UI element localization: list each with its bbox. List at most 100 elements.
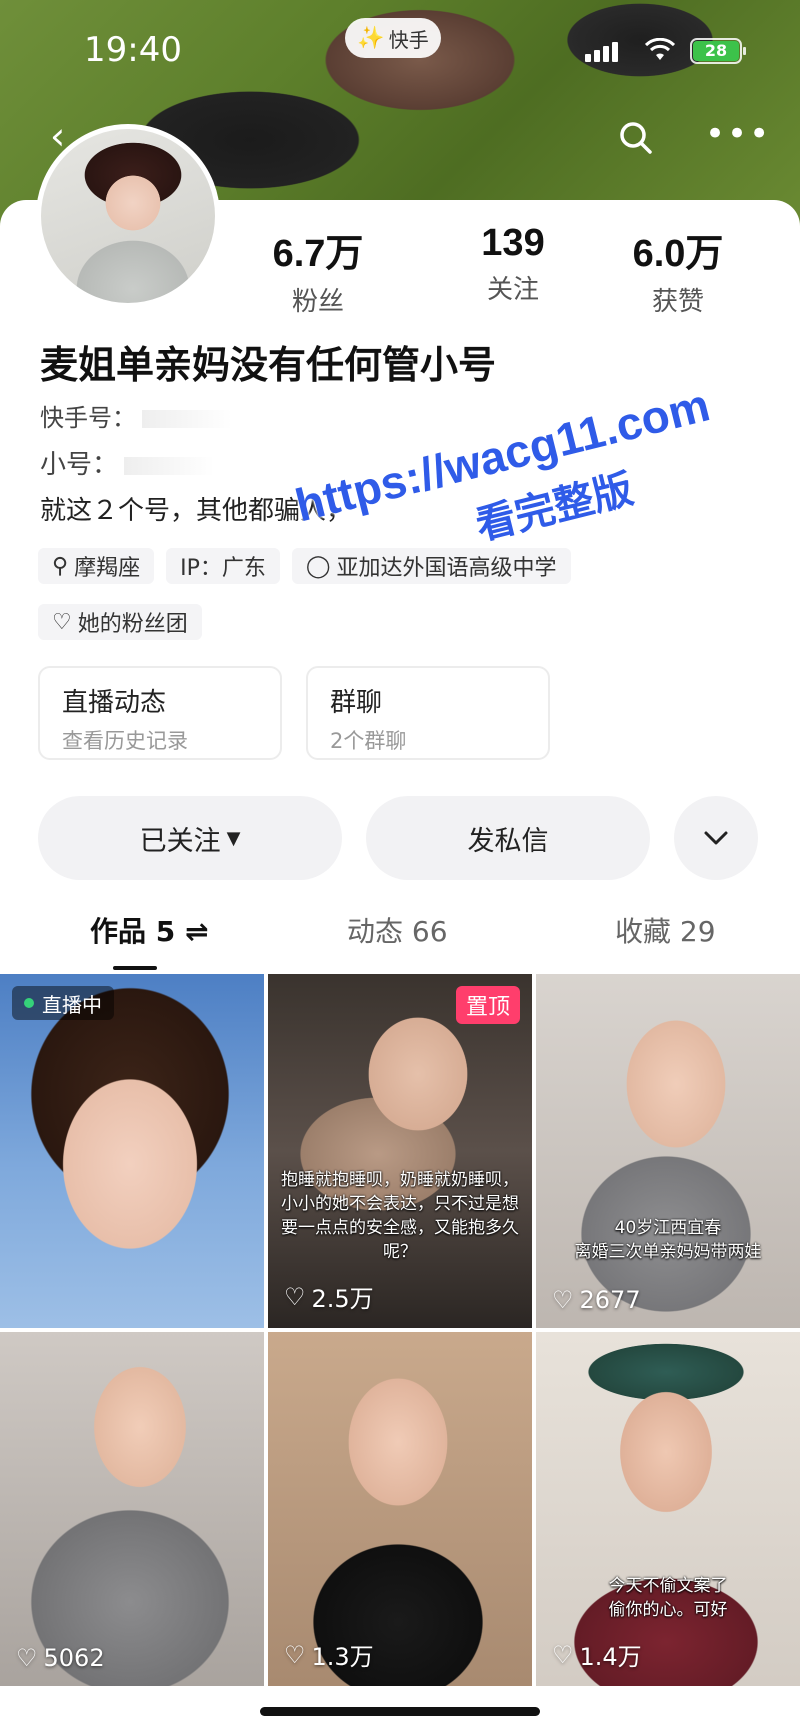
kuaishou-logo-icon: ✨ xyxy=(357,25,385,51)
heart-outline-icon: ♡ xyxy=(552,1286,574,1314)
stat-value: 6.0万 xyxy=(632,233,724,275)
heart-outline-icon: ♡ xyxy=(284,1640,306,1669)
live-badge: 直播中 xyxy=(12,986,114,1020)
tab-label: 作品 5 xyxy=(90,915,176,948)
video-thumbnail[interactable]: ♡ 1.3万 xyxy=(268,1332,532,1686)
stat-value: 6.7万 xyxy=(272,233,364,275)
graduation-cap-icon: ◯ xyxy=(305,553,331,579)
avatar[interactable] xyxy=(36,124,220,308)
following-label: 已关注 xyxy=(139,825,221,857)
fan-group-row: ♡ 她的粉丝团 xyxy=(38,604,202,640)
caret-down-icon: ▼ xyxy=(226,827,241,849)
signal-icon xyxy=(585,42,618,62)
redacted-mask xyxy=(124,456,215,475)
profile-name: 麦姐单亲妈没有任何管小号 xyxy=(40,343,497,387)
likes-value: 2.5万 xyxy=(311,1285,374,1313)
video-thumbnail[interactable]: 置顶 抱睡就抱睡呗，奶睡就奶睡呗，小小的她不会表达，只不过是想要一点点的安全感，… xyxy=(268,974,532,1328)
thumbnail-image xyxy=(536,974,800,1328)
entry-subtitle: 查看历史记录 xyxy=(62,729,188,753)
alt-account-label: 小号： xyxy=(40,450,119,480)
battery-icon: 28 xyxy=(690,38,746,64)
tag-school[interactable]: ◯ 亚加达外国语高级中学 xyxy=(291,548,571,584)
stat-label: 关注 xyxy=(486,275,539,305)
tab-underline xyxy=(113,966,157,970)
likes-count: ♡ 2677 xyxy=(552,1286,641,1314)
thumbnail-image xyxy=(0,1332,264,1686)
tab-moments[interactable]: 动态 66 xyxy=(347,910,448,950)
chevron-down-icon xyxy=(704,831,728,845)
thumbnail-image xyxy=(0,974,264,1328)
kuaishou-id[interactable]: 快手号： xyxy=(40,398,232,433)
live-history-entry[interactable]: 直播动态 查看历史记录 xyxy=(38,666,282,760)
video-caption: 今天不偷文案了 偷你的心。可好 xyxy=(608,1576,728,1620)
entry-title: 群聊 xyxy=(330,688,383,718)
search-icon[interactable] xyxy=(618,120,654,156)
profile-bio: 就这２个号，其他都骗人， xyxy=(40,496,353,526)
heart-outline-icon: ♡ xyxy=(16,1644,38,1672)
tag-label: 她的粉丝团 xyxy=(77,612,188,637)
wifi-icon xyxy=(645,38,675,60)
likes-value: 1.3万 xyxy=(311,1643,374,1671)
likes-value: 2677 xyxy=(579,1286,641,1314)
likes-value: 5062 xyxy=(43,1644,105,1672)
stat-likes[interactable]: 6.0万 获赞 xyxy=(598,222,758,318)
video-thumbnail[interactable]: 今天不偷文案了 偷你的心。可好 ♡ 1.4万 xyxy=(536,1332,800,1686)
app-badge[interactable]: ✨ 快手 xyxy=(345,18,441,58)
pinned-badge: 置顶 xyxy=(455,986,520,1024)
stat-fans[interactable]: 6.7万 粉丝 xyxy=(238,222,398,318)
likes-count: ♡ 2.5万 xyxy=(284,1279,374,1314)
heart-outline-icon: ♡ xyxy=(284,1282,306,1311)
stat-label: 粉丝 xyxy=(291,287,344,317)
live-label: 直播中 xyxy=(42,992,102,1017)
status-bar: 19:40 ✨ 快手 28 xyxy=(0,0,800,100)
more-icon[interactable]: ••• xyxy=(705,117,769,152)
likes-count: ♡ 5062 xyxy=(16,1644,105,1672)
entry-title: 直播动态 xyxy=(62,688,167,718)
video-caption: 40岁江西宜春 离婚三次单亲妈妈带两娃 xyxy=(574,1218,762,1262)
stat-label: 获赞 xyxy=(651,287,704,317)
home-indicator[interactable] xyxy=(260,1707,540,1716)
sort-toggle-icon[interactable]: ⇌ xyxy=(185,915,208,948)
tab-favorites[interactable]: 收藏 29 xyxy=(615,910,716,950)
status-time: 19:40 xyxy=(84,30,182,70)
tag-label: 摩羯座 xyxy=(74,556,141,581)
fan-group-tag[interactable]: ♡ 她的粉丝团 xyxy=(38,604,202,640)
tag-ip: IP：广东 xyxy=(166,548,280,584)
tag-label: 亚加达外国语高级中学 xyxy=(336,556,557,581)
tag-zodiac[interactable]: ⚲ 摩羯座 xyxy=(38,548,155,584)
stat-value: 139 xyxy=(481,222,545,264)
thumbnail-image xyxy=(268,974,532,1328)
heart-outline-icon: ♡ xyxy=(552,1640,574,1669)
tag-label: IP：广东 xyxy=(180,556,266,581)
video-grid: 直播中 置顶 抱睡就抱睡呗，奶睡就奶睡呗，小小的她不会表达，只不过是想要一点点的… xyxy=(0,974,800,1686)
profile-actions: 已关注 ▼ 发私信 xyxy=(38,796,758,880)
profile-entries: 直播动态 查看历史记录 群聊 2个群聊 xyxy=(38,666,550,760)
message-label: 发私信 xyxy=(467,825,549,857)
message-button[interactable]: 发私信 xyxy=(366,796,650,880)
content-tabs: 作品 5 ⇌ 动态 66 收藏 29 xyxy=(0,910,800,970)
live-dot-icon xyxy=(24,998,34,1008)
video-thumbnail[interactable]: 直播中 xyxy=(0,974,264,1328)
redacted-mask xyxy=(142,410,232,428)
alt-account: 小号： xyxy=(40,444,215,481)
thumbnail-image xyxy=(536,1332,800,1686)
likes-count: ♡ 1.3万 xyxy=(284,1637,374,1672)
video-thumbnail[interactable]: 40岁江西宜春 离婚三次单亲妈妈带两娃 ♡ 2677 xyxy=(536,974,800,1328)
profile-tags: ⚲ 摩羯座 IP：广东 ◯ 亚加达外国语高级中学 xyxy=(38,548,571,584)
entry-subtitle: 2个群聊 xyxy=(330,729,407,753)
zodiac-icon: ⚲ xyxy=(52,553,69,579)
thumbnail-image xyxy=(268,1332,532,1686)
app-name: 快手 xyxy=(388,27,429,52)
stat-following[interactable]: 139 关注 xyxy=(433,222,593,306)
likes-count: ♡ 1.4万 xyxy=(552,1637,642,1672)
kuaishou-id-label: 快手号： xyxy=(40,404,136,432)
battery-level: 28 xyxy=(693,41,739,61)
following-button[interactable]: 已关注 ▼ xyxy=(38,796,342,880)
tab-works[interactable]: 作品 5 ⇌ xyxy=(90,910,208,950)
video-caption: 抱睡就抱睡呗，奶睡就奶睡呗，小小的她不会表达，只不过是想要一点点的安全感，又能抱… xyxy=(281,1170,519,1262)
group-chat-entry[interactable]: 群聊 2个群聊 xyxy=(306,666,550,760)
video-thumbnail[interactable]: ♡ 5062 xyxy=(0,1332,264,1686)
likes-value: 1.4万 xyxy=(579,1643,642,1671)
heart-outline-icon: ♡ xyxy=(52,609,72,635)
expand-button[interactable] xyxy=(674,796,758,880)
